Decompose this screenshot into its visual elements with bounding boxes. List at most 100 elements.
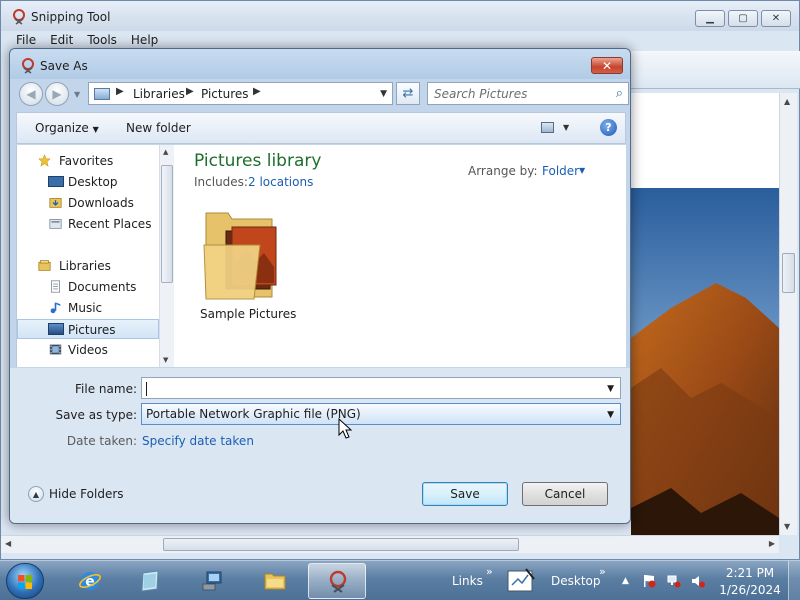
desktop-chevron-icon[interactable]: » <box>599 565 606 578</box>
menu-file[interactable]: File <box>9 31 43 49</box>
breadcrumb-pictures[interactable]: Pictures <box>201 87 249 101</box>
scroll-right-icon[interactable]: ▶ <box>769 539 775 548</box>
nav-favorites[interactable]: Favorites <box>17 151 159 171</box>
whiteboard-pen-icon[interactable] <box>506 567 536 595</box>
nav-music[interactable]: Music <box>17 298 159 318</box>
breadcrumb-libraries[interactable]: Libraries <box>133 87 185 101</box>
folder-name: Sample Pictures <box>200 307 297 321</box>
close-icon: ✕ <box>771 12 781 24</box>
taskbar-sticky-app[interactable] <box>121 563 179 599</box>
taskbar-internet-explorer[interactable]: e <box>61 563 119 599</box>
nav-libraries[interactable]: Libraries <box>17 256 159 276</box>
network-icon[interactable] <box>667 574 681 588</box>
file-name-input[interactable] <box>146 381 586 395</box>
snipping-toolbar <box>631 51 800 89</box>
maximize-button[interactable]: ▢ <box>728 10 758 27</box>
start-button[interactable] <box>6 563 44 599</box>
breadcrumb-chevron-icon[interactable]: ▶ <box>116 86 124 97</box>
nav-downloads[interactable]: Downloads <box>17 193 159 213</box>
clock-date[interactable]: 1/26/2024 <box>716 583 784 597</box>
nav-libraries-label: Libraries <box>59 259 111 273</box>
dialog-titlebar: Save As ✕ <box>10 49 630 79</box>
file-name-combobox[interactable]: ▼ <box>141 377 621 399</box>
specify-date-taken-link[interactable]: Specify date taken <box>142 434 254 448</box>
folder-sample-pictures[interactable]: Sample Pictures <box>194 203 304 321</box>
nav-documents[interactable]: Documents <box>17 277 159 297</box>
action-center-flag-icon[interactable] <box>642 574 656 588</box>
nav-recent-places[interactable]: Recent Places <box>17 214 159 234</box>
save-as-type-dropdown[interactable]: Portable Network Graphic file (PNG) ▼ <box>141 403 621 425</box>
scroll-thumb[interactable] <box>163 538 519 551</box>
taskbar-windows-explorer[interactable] <box>246 563 304 599</box>
refresh-icon: ⇄ <box>402 86 414 101</box>
address-row: ◀ ▶ ▼ ▶ Libraries ▶ Pictures ▶ ▼ ⇄ ⌕ <box>16 81 629 107</box>
links-toolbar-label[interactable]: Links <box>452 574 483 588</box>
recent-places-icon <box>49 219 62 229</box>
breadcrumb-chevron-icon[interactable]: ▶ <box>253 86 261 97</box>
menu-bar: File Edit Tools Help <box>1 31 799 49</box>
taskbar-snipping-tool[interactable] <box>308 563 366 599</box>
close-button[interactable]: ✕ <box>761 10 791 27</box>
chevron-down-icon[interactable]: ▼ <box>607 384 614 394</box>
nav-downloads-label: Downloads <box>68 196 134 210</box>
scroll-left-icon[interactable]: ◀ <box>5 539 11 548</box>
snip-vertical-scrollbar[interactable]: ▲ ▼ <box>779 93 797 535</box>
help-button[interactable]: ? <box>600 119 617 136</box>
save-options-area: File name: ▼ Save as type: Portable Netw… <box>10 368 630 523</box>
search-box[interactable]: ⌕ <box>427 82 629 105</box>
scroll-up-icon[interactable]: ▲ <box>163 148 168 156</box>
recent-locations-dropdown-icon[interactable]: ▼ <box>74 90 80 99</box>
snipping-tool-title: Snipping Tool <box>31 10 111 24</box>
nav-pictures-label: Pictures <box>68 323 116 337</box>
minimize-button[interactable]: ▁ <box>695 10 725 27</box>
new-folder-button[interactable]: New folder <box>126 121 191 135</box>
scroll-thumb[interactable] <box>161 165 173 283</box>
snip-horizontal-scrollbar[interactable]: ◀ ▶ <box>1 535 779 553</box>
save-as-type-label: Save as type: <box>55 408 137 422</box>
forward-button[interactable]: ▶ <box>45 82 69 106</box>
chevron-down-icon[interactable]: ▼ <box>607 410 614 420</box>
nav-pictures[interactable]: Pictures <box>17 319 159 339</box>
search-icon[interactable]: ⌕ <box>616 86 623 101</box>
scroll-down-icon[interactable]: ▼ <box>163 356 168 364</box>
save-as-type-value: Portable Network Graphic file (PNG) <box>146 407 361 421</box>
show-desktop-button[interactable] <box>788 561 800 600</box>
clock-time[interactable]: 2:21 PM <box>722 566 778 580</box>
view-options-dropdown-icon[interactable]: ▼ <box>563 123 569 132</box>
dialog-close-button[interactable]: ✕ <box>591 57 623 74</box>
links-chevron-icon[interactable]: » <box>486 565 493 578</box>
videos-filmstrip-icon <box>49 344 62 355</box>
volume-icon[interactable] <box>691 574 705 588</box>
desktop-toolbar-label[interactable]: Desktop <box>551 574 601 588</box>
refresh-button[interactable]: ⇄ <box>396 82 420 105</box>
nav-music-label: Music <box>68 301 103 315</box>
menu-edit[interactable]: Edit <box>43 31 80 49</box>
show-hidden-icons-icon[interactable]: ▲ <box>622 576 636 590</box>
menu-help[interactable]: Help <box>124 31 165 49</box>
nav-desktop[interactable]: Desktop <box>17 172 159 192</box>
breadcrumb-chevron-icon[interactable]: ▶ <box>186 86 194 97</box>
library-includes-label: Includes: <box>194 175 248 189</box>
scroll-up-icon[interactable]: ▲ <box>784 97 790 106</box>
cancel-button[interactable]: Cancel <box>522 482 608 506</box>
address-bar[interactable]: ▶ Libraries ▶ Pictures ▶ ▼ <box>88 82 393 105</box>
computer-network-icon <box>202 571 222 591</box>
library-locations-link[interactable]: 2 locations <box>248 175 313 189</box>
menu-tools[interactable]: Tools <box>80 31 124 49</box>
scroll-thumb[interactable] <box>782 253 795 293</box>
organize-button[interactable]: Organize ▼ <box>35 121 99 135</box>
taskbar-network-app[interactable] <box>184 563 242 599</box>
scroll-down-icon[interactable]: ▼ <box>784 522 790 531</box>
save-button[interactable]: Save <box>422 482 508 506</box>
chevron-down-icon[interactable]: ▼ <box>579 166 585 175</box>
arrange-by-dropdown[interactable]: Folder <box>542 164 579 178</box>
nav-videos[interactable]: Videos <box>17 340 159 360</box>
nav-pane-scrollbar[interactable]: ▲ ▼ <box>159 145 174 367</box>
libraries-icon <box>94 88 110 100</box>
glass-app-icon <box>141 570 159 592</box>
library-title: Pictures library <box>194 151 322 171</box>
search-input[interactable] <box>434 84 604 104</box>
back-button[interactable]: ◀ <box>19 82 43 106</box>
address-dropdown-icon[interactable]: ▼ <box>380 89 387 99</box>
change-view-icon[interactable] <box>541 122 554 133</box>
